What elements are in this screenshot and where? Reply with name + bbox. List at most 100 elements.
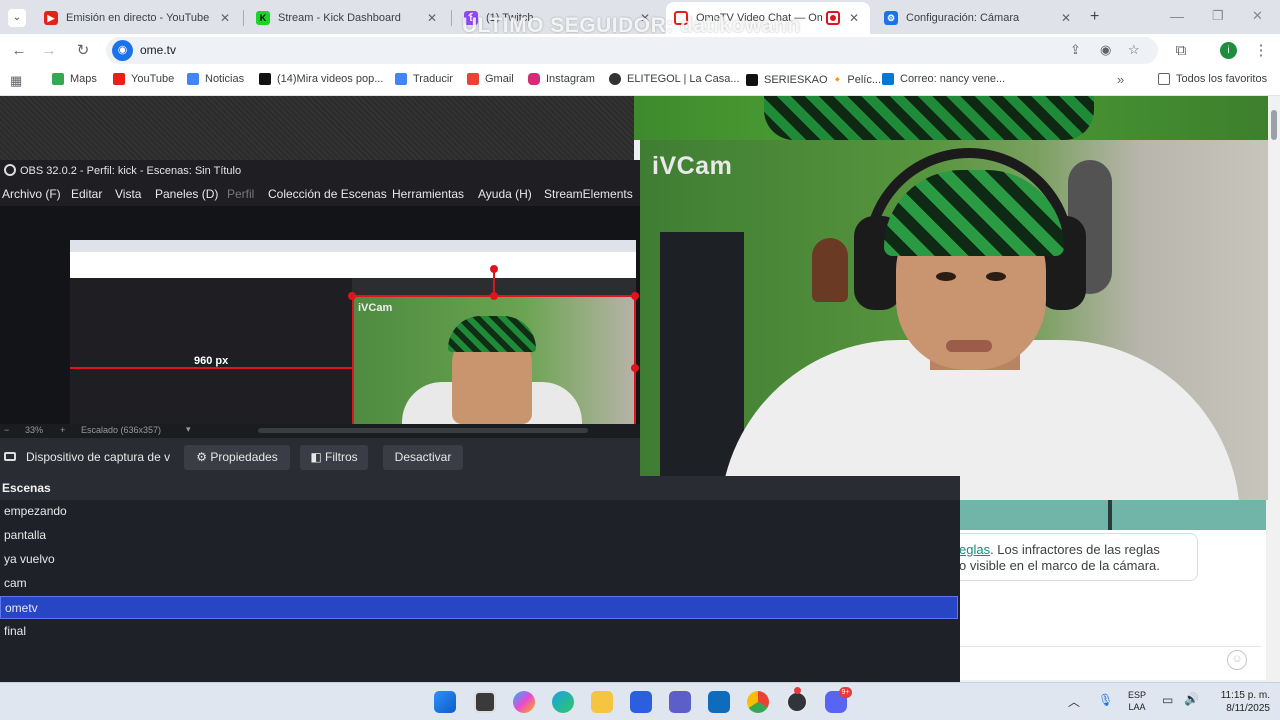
close-tab-icon[interactable]: ✕ <box>424 11 440 25</box>
menu-dots-icon[interactable]: ⋮ <box>1250 40 1272 62</box>
transform-handle[interactable] <box>631 364 639 372</box>
microphone-icon[interactable]: 🎙 <box>1098 693 1113 707</box>
tray-chevron-icon[interactable]: ︿ <box>1068 693 1080 710</box>
new-tab-button[interactable]: + <box>1090 8 1099 26</box>
volume-icon[interactable]: 🔊 <box>1184 692 1199 706</box>
guide-handle[interactable] <box>490 265 498 273</box>
bookmark-instagram[interactable]: Instagram <box>528 73 595 85</box>
apps-grid-icon[interactable]: ▦ <box>10 73 22 89</box>
bookmark-noticias[interactable]: Noticias <box>187 73 244 85</box>
back-icon[interactable]: ← <box>8 40 30 62</box>
file-explorer-icon[interactable] <box>591 691 613 713</box>
scrollbar-thumb[interactable] <box>1271 110 1277 140</box>
forward-icon[interactable]: → <box>38 40 60 62</box>
all-favorites-folder[interactable]: Todos los favoritos <box>1158 73 1267 85</box>
bookmark-tiktok[interactable]: (14)Mira videos pop... <box>259 73 383 85</box>
scene-item-pantalla[interactable]: pantalla <box>0 524 958 547</box>
menu-editar[interactable]: Editar <box>71 187 102 201</box>
scene-item-final[interactable]: final <box>0 620 958 643</box>
bookmark-elitegol[interactable]: ELITEGOL | La Casa... <box>609 73 740 85</box>
rules-text-1: . Los infractores de las reglas <box>990 542 1160 557</box>
partner-video-fragment <box>764 96 1094 140</box>
transform-handle[interactable] <box>490 292 498 300</box>
youtube-icon <box>113 73 125 85</box>
tab-youtube[interactable]: ▶ Emisión en directo - YouTube S ✕ <box>36 4 241 32</box>
tab-settings-camera[interactable]: ⚙ Configuración: Cámara ✕ <box>876 4 1082 32</box>
video-fragment <box>1108 500 1112 530</box>
bookmark-serieskao[interactable]: SERIESKAO 🔸 Pelíc... <box>746 73 881 86</box>
scene-item-ometv[interactable]: ometv <box>0 596 958 619</box>
menu-vista[interactable]: Vista <box>115 187 141 201</box>
windows-taskbar: 9+ ︿ 🎙 ESP LAA ▭ 🔊 11:15 p. m. 8/11/2025 <box>0 682 1280 720</box>
profile-avatar[interactable]: i <box>1220 42 1237 59</box>
chat-input[interactable] <box>960 646 1262 676</box>
zoom-out-icon[interactable]: − <box>4 425 9 435</box>
microsoft-store-icon[interactable] <box>630 691 652 713</box>
close-tab-icon[interactable]: ✕ <box>1058 11 1074 25</box>
menu-archivo[interactable]: Archivo (F) <box>2 187 61 201</box>
address-bar[interactable]: ◉ ome.tv ⇪ ◉ ☆ <box>106 37 1158 64</box>
emoji-icon[interactable]: ☺ <box>1227 650 1247 670</box>
close-tab-icon[interactable]: ✕ <box>217 11 233 25</box>
bookmark-correo[interactable]: Correo: nancy vene... <box>882 73 1005 85</box>
gmail-icon <box>467 73 479 85</box>
bookmark-youtube[interactable]: YouTube <box>113 73 174 85</box>
transform-handle[interactable] <box>348 292 356 300</box>
bookmark-label: Correo: nancy vene... <box>900 73 1006 85</box>
obs-taskbar-icon[interactable] <box>786 691 808 713</box>
chrome-icon[interactable] <box>747 691 769 713</box>
outlook-icon <box>882 73 894 85</box>
transform-handle[interactable] <box>631 292 639 300</box>
outlook-icon[interactable] <box>708 691 730 713</box>
tab-label: Stream - Kick Dashboard <box>278 12 401 24</box>
gear-icon: ⚙ <box>196 450 211 464</box>
preview-scrollbar[interactable] <box>258 428 588 433</box>
page-scrollbar[interactable] <box>1268 96 1280 682</box>
language-indicator[interactable]: ESP LAA <box>1124 689 1150 713</box>
obs-source-toolbar: Dispositivo de captura de v ⚙ Propiedade… <box>0 438 640 476</box>
menu-perfil[interactable]: Perfil <box>227 187 254 201</box>
restore-icon[interactable]: ❐ <box>1212 8 1224 24</box>
tab-kick[interactable]: K Stream - Kick Dashboard ✕ <box>248 4 448 32</box>
menu-herramientas[interactable]: Herramientas <box>392 187 464 201</box>
browser-toolbar: ← → ↻ ◉ ome.tv ⇪ ◉ ☆ ⧉ i ⋮ <box>0 34 1280 66</box>
eye-icon[interactable]: ◉ <box>1100 42 1111 58</box>
bookmark-maps[interactable]: Maps <box>52 73 97 85</box>
copilot-icon[interactable] <box>513 691 535 713</box>
obs-scenes-dock: Escenas empezando pantalla ya vuelvo cam… <box>0 476 960 682</box>
minimize-icon[interactable]: — <box>1170 8 1184 24</box>
teams-icon[interactable] <box>669 691 691 713</box>
clock[interactable]: 11:15 p. m. 8/11/2025 <box>1204 689 1270 715</box>
edge-icon[interactable] <box>552 691 574 713</box>
scene-item-empezando[interactable]: empezando <box>0 500 958 523</box>
reload-icon[interactable]: ↻ <box>72 40 94 62</box>
menu-paneles[interactable]: Paneles (D) <box>155 187 218 201</box>
close-window-icon[interactable]: ✕ <box>1252 8 1263 24</box>
menu-coleccion-escenas[interactable]: Colección de Escenas <box>268 187 387 201</box>
site-info-icon[interactable]: ◉ <box>112 40 133 61</box>
install-app-icon[interactable]: ⇪ <box>1070 42 1081 58</box>
menu-ayuda[interactable]: Ayuda (H) <box>478 187 532 201</box>
disable-button[interactable]: Desactivar <box>383 445 463 470</box>
scene-item-cam[interactable]: cam <box>0 572 958 595</box>
bookmark-star-icon[interactable]: ☆ <box>1128 42 1140 58</box>
menu-streamelements[interactable]: StreamElements <box>544 187 633 201</box>
properties-button[interactable]: ⚙ Propiedades <box>184 445 290 470</box>
obs-menubar: Archivo (F) Editar Vista Paneles (D) Per… <box>0 182 640 206</box>
filters-button[interactable]: ◧ Filtros <box>300 445 368 470</box>
start-windows-icon[interactable] <box>434 691 456 713</box>
rules-link[interactable]: eglas <box>959 542 990 557</box>
tab-label: Emisión en directo - YouTube S <box>66 12 211 24</box>
network-icon[interactable]: ▭ <box>1162 693 1173 707</box>
scene-item-ya-vuelvo[interactable]: ya vuelvo <box>0 548 958 571</box>
zoom-in-icon[interactable]: + <box>60 425 65 435</box>
bookmark-gmail[interactable]: Gmail <box>467 73 514 85</box>
tab-search-button[interactable]: ⌄ <box>8 9 26 27</box>
close-tab-icon[interactable]: ✕ <box>846 11 862 25</box>
more-bookmarks-icon[interactable]: » <box>1117 72 1124 87</box>
bookmark-traducir[interactable]: Traducir <box>395 73 453 85</box>
extensions-icon[interactable]: ⧉ <box>1170 40 1192 62</box>
bookmark-label: Gmail <box>485 73 514 85</box>
scaled-dropdown-icon[interactable]: ▾ <box>186 424 191 435</box>
task-view-icon[interactable] <box>474 691 496 713</box>
